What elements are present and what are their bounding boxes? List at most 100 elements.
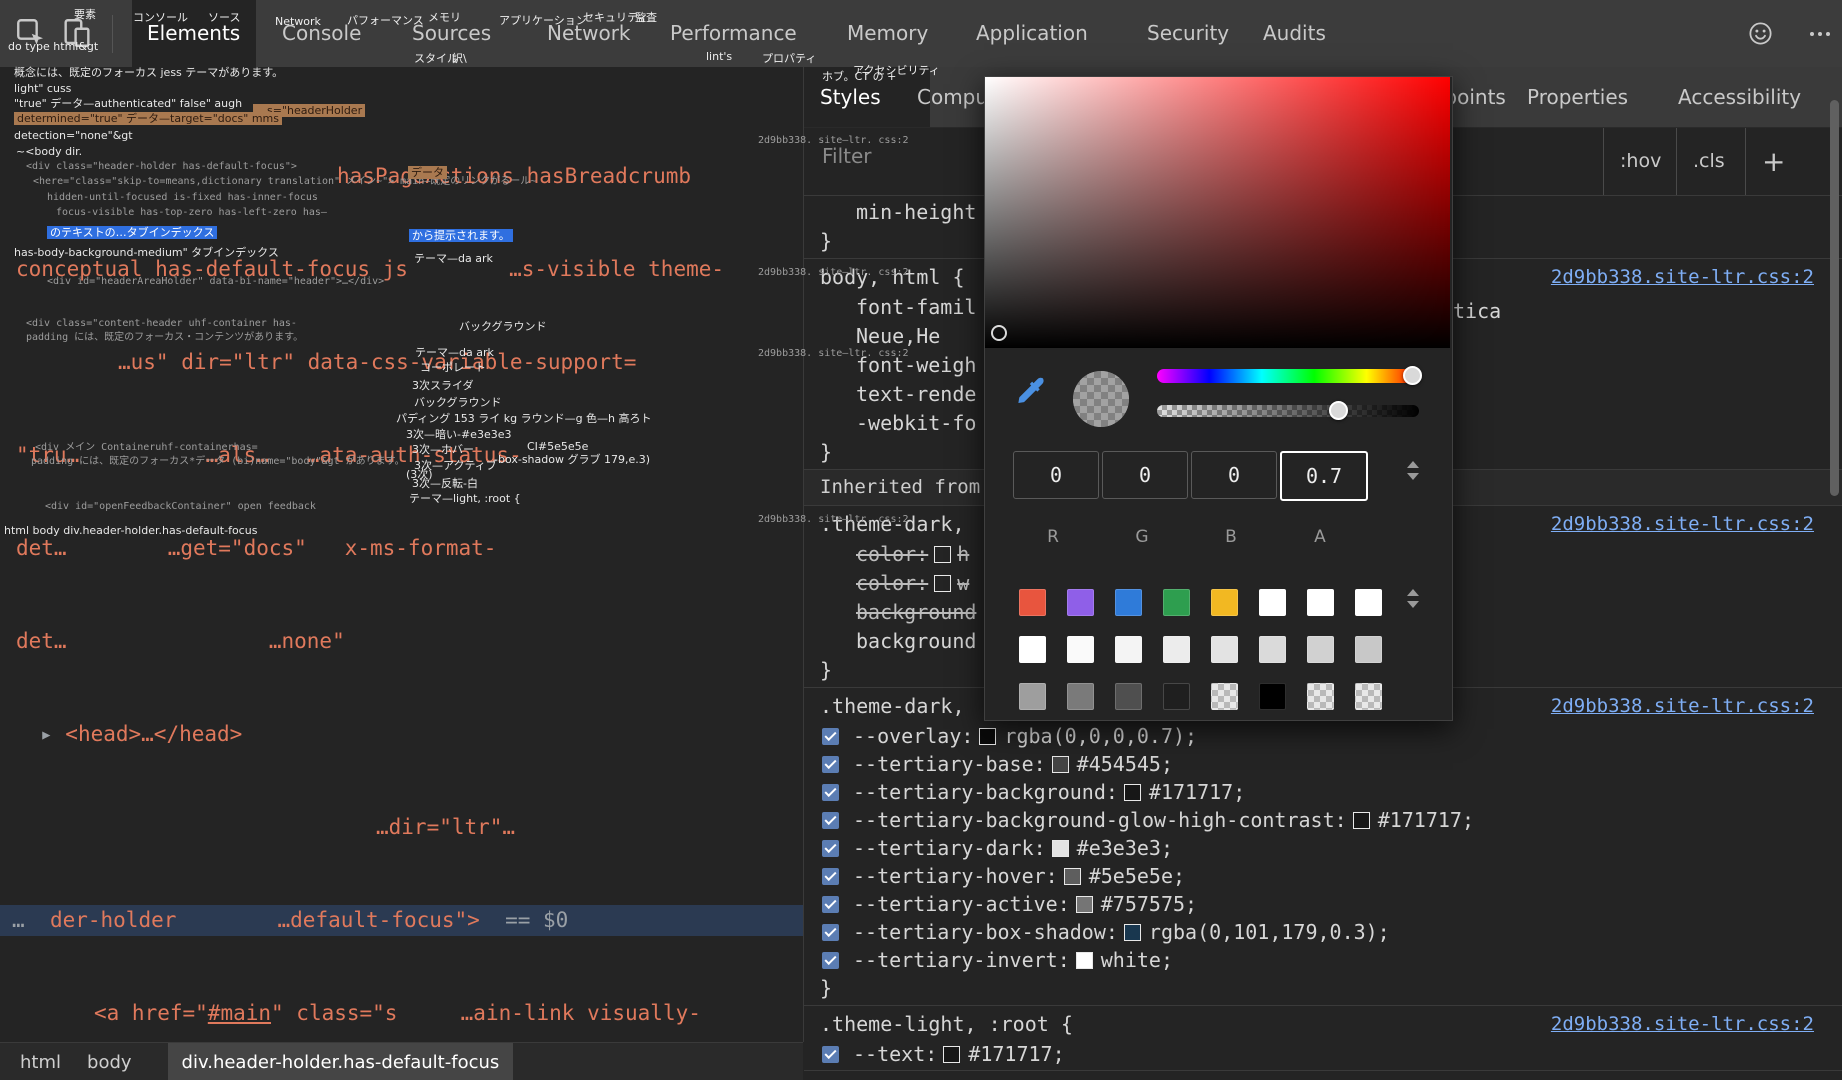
dom-tree-line[interactable]: det… …none" — [0, 626, 803, 657]
alpha-slider[interactable] — [1157, 401, 1419, 420]
more-options-icon[interactable] — [1810, 21, 1830, 47]
color-swatch[interactable] — [979, 727, 997, 745]
property-checkbox[interactable] — [822, 1045, 839, 1063]
saturation-lightness-area[interactable] — [985, 77, 1450, 348]
dom-tree-line[interactable]: …us" dir="ltr" data-css-variable-support… — [0, 347, 803, 378]
green-value-input[interactable] — [1102, 451, 1188, 499]
color-swatch[interactable] — [1352, 811, 1370, 829]
palette-swatch[interactable] — [1307, 636, 1334, 663]
palette-swatch[interactable] — [1067, 683, 1094, 710]
dom-tree-line[interactable]: det… …get="docs" x-ms-format- — [0, 533, 803, 564]
palette-swatch[interactable] — [1259, 683, 1286, 710]
palette-swatch[interactable] — [1211, 636, 1238, 663]
tab-security[interactable]: Security — [1147, 0, 1229, 67]
palette-swatch[interactable] — [1067, 589, 1094, 616]
dom-tree-line-selected[interactable]: … der-holder …default-focus"> == $0 — [0, 905, 803, 936]
palette-swatch[interactable] — [1163, 636, 1190, 663]
tab-styles[interactable]: Styles — [820, 67, 881, 127]
alpha-slider-knob[interactable] — [1329, 401, 1348, 420]
styles-scrollbar-thumb[interactable] — [1830, 100, 1839, 496]
css-property-row[interactable]: --tertiary-dark: #e3e3e3; — [804, 834, 1842, 862]
palette-swatch[interactable] — [1163, 683, 1190, 710]
palette-stepper[interactable] — [1405, 589, 1421, 608]
css-property-row[interactable]: --tertiary-hover: #5e5e5e; — [804, 862, 1842, 890]
css-property-row[interactable]: --tertiary-background: #171717; — [804, 778, 1842, 806]
property-checkbox[interactable] — [822, 839, 839, 857]
tab-network[interactable]: Network — [547, 0, 631, 67]
color-swatch[interactable] — [1051, 755, 1069, 773]
palette-swatch[interactable] — [1019, 636, 1046, 663]
palette-swatch[interactable] — [1211, 683, 1238, 710]
css-property-row[interactable]: --tertiary-base: #454545; — [804, 750, 1842, 778]
property-checkbox[interactable] — [822, 783, 839, 801]
palette-swatch[interactable] — [1211, 589, 1238, 616]
tab-properties[interactable]: Properties — [1527, 67, 1628, 127]
css-property-row[interactable]: --tertiary-active: #757575; — [804, 890, 1842, 918]
dom-tree-line[interactable]: hasPageActions hasBreadcrumb — [0, 161, 803, 192]
dom-tree-line[interactable]: …dir="ltr"… — [0, 812, 803, 843]
tab-memory[interactable]: Memory — [847, 0, 928, 67]
palette-swatch[interactable] — [1259, 589, 1286, 616]
property-checkbox[interactable] — [822, 727, 839, 745]
property-checkbox[interactable] — [822, 923, 839, 941]
css-property-row[interactable]: --tertiary-invert: white; — [804, 946, 1842, 974]
eyedropper-icon[interactable] — [1013, 375, 1051, 413]
color-swatch[interactable] — [1123, 923, 1141, 941]
new-style-rule-button[interactable]: + — [1745, 128, 1812, 195]
dom-tree-line[interactable]: conceptual has-default-focus js …s-visib… — [0, 254, 803, 285]
feedback-smiley-icon[interactable] — [1747, 20, 1774, 47]
color-swatch[interactable] — [934, 575, 952, 592]
dom-tree-line[interactable]: <a href="#main" class="s …ain-link visua… — [0, 998, 803, 1029]
device-toolbar-icon[interactable] — [60, 16, 94, 50]
palette-swatch[interactable] — [1163, 589, 1190, 616]
css-property-row[interactable]: --tertiary-box-shadow: rgba(0,101,179,0.… — [804, 918, 1842, 946]
toggle-element-state-button[interactable]: :hov — [1603, 128, 1678, 195]
breadcrumb-item-html[interactable]: html — [14, 1052, 67, 1073]
property-checkbox[interactable] — [822, 951, 839, 969]
color-swatch[interactable] — [1123, 783, 1141, 801]
palette-swatch[interactable] — [1355, 683, 1382, 710]
inspect-element-icon[interactable] — [14, 16, 48, 50]
tab-elements[interactable]: Elements — [147, 0, 240, 67]
property-checkbox[interactable] — [822, 755, 839, 773]
palette-swatch[interactable] — [1355, 636, 1382, 663]
current-color-preview[interactable] — [1073, 371, 1129, 427]
color-swatch[interactable] — [1051, 839, 1069, 857]
color-swatch[interactable] — [1063, 867, 1081, 885]
breadcrumb-item-selected[interactable]: div.header-holder.has-default-focus — [167, 1043, 514, 1080]
property-checkbox[interactable] — [822, 867, 839, 885]
palette-swatch[interactable] — [1307, 683, 1334, 710]
breadcrumb-item-body[interactable]: body — [81, 1052, 138, 1073]
color-format-stepper[interactable] — [1405, 461, 1421, 480]
blue-value-input[interactable] — [1191, 451, 1277, 499]
palette-swatch[interactable] — [1115, 636, 1142, 663]
color-swatch[interactable] — [943, 1045, 961, 1063]
palette-swatch[interactable] — [1307, 589, 1334, 616]
dom-tree-line[interactable]: "tru… …als… …ata-auth-status- — [0, 440, 803, 471]
color-swatch[interactable] — [934, 546, 952, 563]
color-swatch[interactable] — [1075, 895, 1093, 913]
color-position-indicator[interactable] — [991, 325, 1007, 341]
css-property-row[interactable]: --text: #171717; — [804, 1040, 1842, 1068]
alpha-value-input[interactable] — [1280, 451, 1368, 501]
property-checkbox[interactable] — [822, 811, 839, 829]
palette-swatch[interactable] — [1115, 589, 1142, 616]
palette-swatch[interactable] — [1019, 683, 1046, 710]
css-property-row[interactable]: --tertiary-background-glow-high-contrast… — [804, 806, 1842, 834]
tab-application[interactable]: Application — [976, 0, 1088, 67]
palette-swatch[interactable] — [1115, 683, 1142, 710]
color-swatch[interactable] — [1075, 951, 1093, 969]
palette-swatch[interactable] — [1019, 589, 1046, 616]
new-class-button[interactable]: .cls — [1676, 128, 1747, 195]
property-checkbox[interactable] — [822, 895, 839, 913]
palette-swatch[interactable] — [1355, 589, 1382, 616]
hue-slider-knob[interactable] — [1403, 366, 1422, 385]
tab-accessibility[interactable]: Accessibility — [1678, 67, 1801, 127]
tab-console[interactable]: Console — [282, 0, 361, 67]
tab-performance[interactable]: Performance — [670, 0, 797, 67]
dom-tree-line[interactable]: ▸ <head>…</head> — [0, 719, 803, 750]
palette-swatch[interactable] — [1067, 636, 1094, 663]
tab-audits[interactable]: Audits — [1263, 0, 1326, 67]
palette-swatch[interactable] — [1259, 636, 1286, 663]
stylesheet-link[interactable]: 2d9bb338.site-ltr.css:2 — [1551, 695, 1814, 717]
